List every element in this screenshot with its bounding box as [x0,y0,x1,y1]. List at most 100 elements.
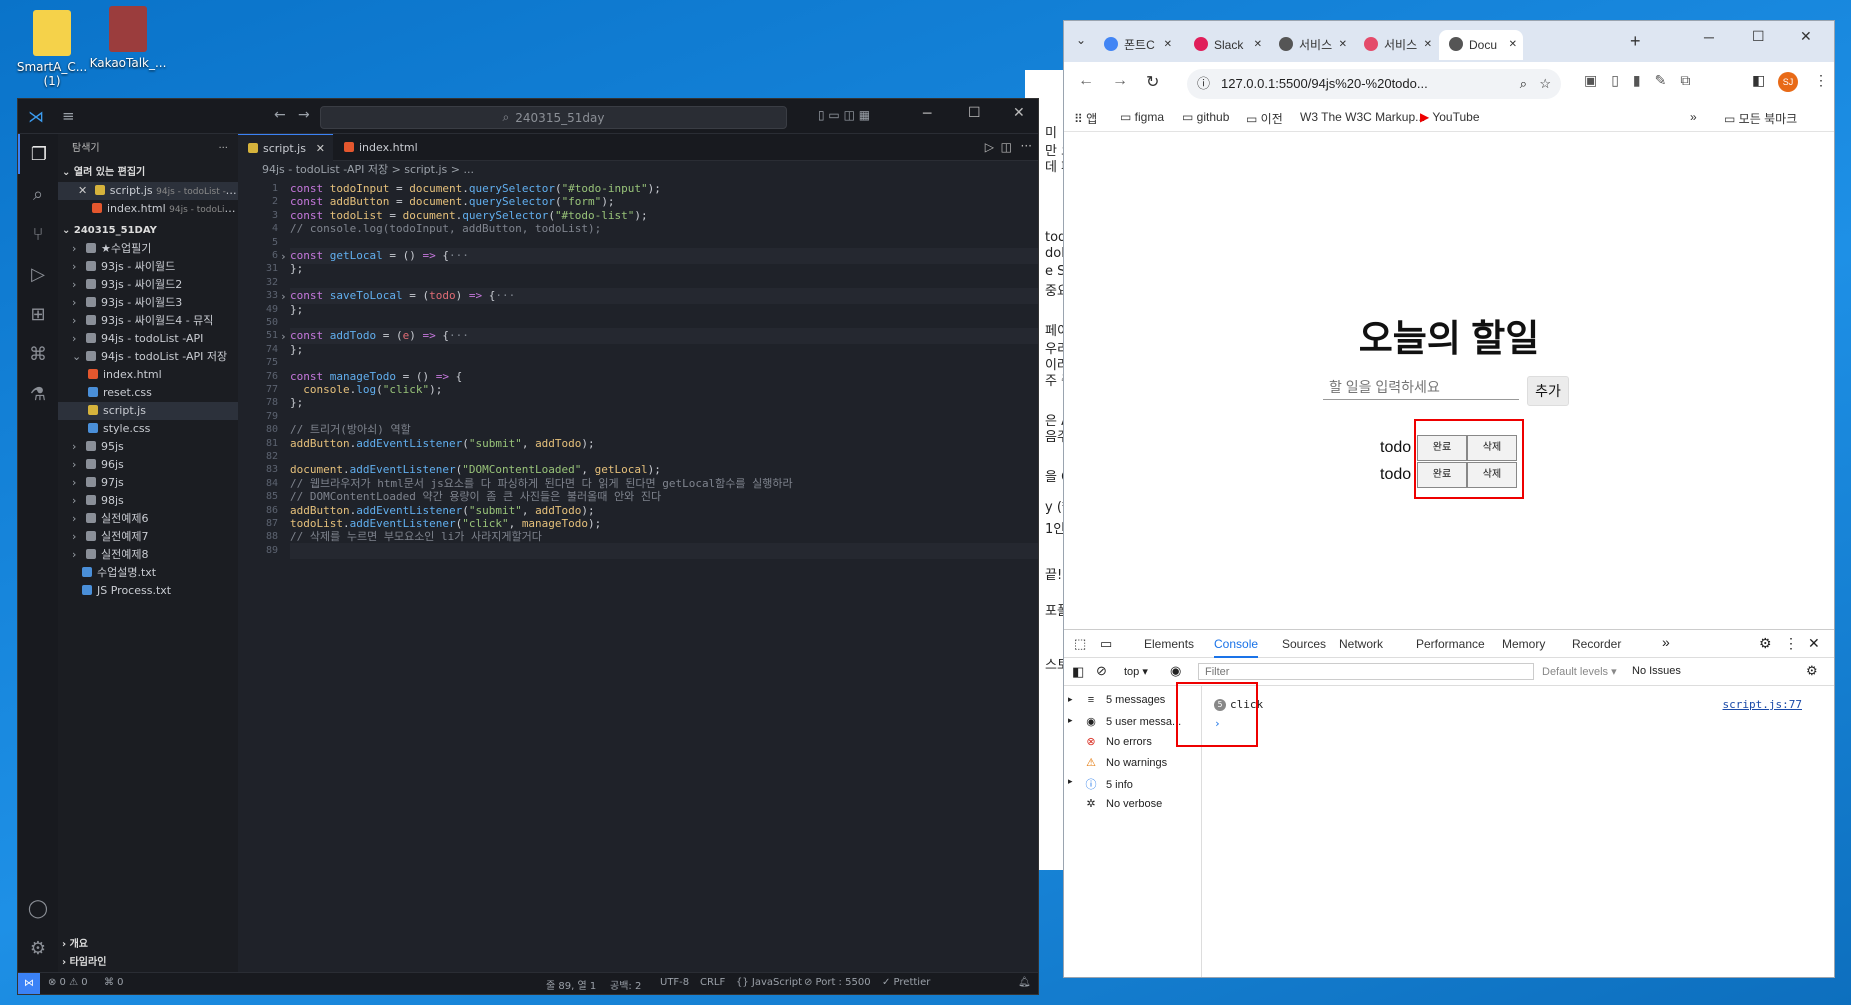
expand-arrow-icon[interactable]: ▸ [1068,776,1073,787]
timeline-section[interactable]: › 타임라인 [58,954,106,972]
reload-icon[interactable]: ↻ [1146,72,1159,92]
browser-tab[interactable]: Slack ✕ [1184,30,1268,60]
console-settings-icon[interactable]: ⚙ [1806,663,1818,679]
close-icon[interactable]: ✕ [78,184,87,197]
folder-item[interactable]: › ★수업필기 [58,240,238,258]
forward-arrow-icon[interactable]: → [298,107,310,123]
tab-index-html[interactable]: index.html [334,134,434,161]
bookmark-item[interactable]: ⠿ 앱 [1074,110,1097,127]
testing-icon[interactable]: ⚗ [18,374,58,414]
desktop-icon-kakaotalk[interactable]: KakaoTalk_... [88,6,168,70]
device-toolbar-icon[interactable]: ▭ [1100,636,1112,652]
browser-tab[interactable]: 서비스 ✕ [1269,30,1353,60]
close-tab-icon[interactable]: ✕ [1254,30,1262,60]
remote-indicator[interactable]: ⋈ [18,973,40,994]
cursor-position[interactable]: 줄 89, 열 1 [546,977,596,992]
desktop-icon-smarta[interactable]: SmartA_C... (1) [12,10,92,88]
ports-status[interactable]: ⌘ 0 [104,977,124,988]
bookmark-item[interactable]: ▭ github [1182,110,1229,124]
remote-icon[interactable]: ⌘ [18,334,58,374]
bookmarks-overflow-icon[interactable]: » [1690,110,1697,124]
console-source-link[interactable]: script.js:77 [1723,698,1802,711]
chrome-menu-icon[interactable]: ⋮ [1814,72,1828,89]
console-filter-item[interactable]: ▸ ≡ 5 messages [1068,694,1165,706]
bookmark-item[interactable]: W3 The W3C Markup... [1300,110,1425,124]
console-filter-item[interactable]: ✲ No verbose [1072,797,1162,810]
more-options-icon[interactable]: ⋮ [1784,635,1798,652]
file-item[interactable]: reset.css [58,384,238,402]
live-server-port[interactable]: ⊘ Port : 5500 [804,977,871,988]
console-filter-item[interactable]: ⚠ No warnings [1072,756,1167,769]
account-icon[interactable]: ◯ [18,888,58,928]
zoom-icon[interactable]: ⌕ [1520,69,1527,99]
breadcrumb[interactable]: 94js - todoList -API 저장 > script.js > ..… [238,161,1038,179]
expand-arrow-icon[interactable]: ▸ [1068,715,1073,726]
folder-item[interactable]: › 98js [58,492,238,510]
prettier-status[interactable]: ✓ Prettier [882,977,930,988]
bookmark-item[interactable]: ▭ figma [1120,110,1164,124]
command-search[interactable]: ⌕ 240315_51day [320,106,787,129]
folder-item[interactable]: › 실전예제7 [58,528,238,546]
file-item[interactable]: index.html [58,366,238,384]
settings-gear-icon[interactable]: ⚙ [1759,635,1772,652]
folder-item[interactable]: › 93js - 싸이월드 [58,258,238,276]
forward-arrow-icon[interactable]: → [1112,72,1128,90]
devtools-tab-memory[interactable]: Memory [1502,637,1545,651]
file-item[interactable]: script.js [58,402,238,420]
more-actions-icon[interactable]: ··· [1021,139,1032,153]
console-filter-item[interactable]: ▸ ◉ 5 user messa... [1068,715,1181,728]
folder-item[interactable]: › 93js - 싸이월드4 - 뮤직 [58,312,238,330]
more-actions-icon[interactable]: ··· [218,134,228,164]
new-tab-button[interactable]: + [1630,31,1641,52]
maximize-button[interactable]: ☐ [1752,28,1765,45]
folder-item[interactable]: › 96js [58,456,238,474]
source-control-icon[interactable]: ⑂ [18,214,58,254]
file-item[interactable]: style.css [58,420,238,438]
folder-item[interactable]: › 93js - 싸이월드3 [58,294,238,312]
folder-item[interactable]: › 94js - todoList -API [58,330,238,348]
issues-counter[interactable]: No Issues [1632,665,1681,677]
search-icon[interactable]: ⌕ [18,174,58,214]
console-filter-item[interactable]: ▸ ⓘ 5 info [1068,776,1133,792]
eol-status[interactable]: CRLF [700,977,725,988]
browser-tab[interactable]: 폰트C ✕ [1094,30,1178,60]
menu-icon[interactable]: ≡ [62,107,75,125]
file-item[interactable]: 수업설명.txt [58,564,238,582]
code-editor[interactable]: 1 const todoInput = document.querySelecto… [238,179,1038,972]
maximize-button[interactable]: ☐ [968,105,981,121]
minimize-button[interactable]: ─ [1704,29,1714,45]
bookmark-item[interactable]: ▭ 이전 [1246,110,1283,127]
folder-item[interactable]: › 실전예제6 [58,510,238,528]
fold-chevron-icon[interactable]: › [280,250,287,263]
explorer-icon[interactable]: ❐ [18,134,58,174]
notifications-icon[interactable]: 🔔︎ [1018,977,1031,988]
devtools-tab-performance[interactable]: Performance [1416,637,1485,651]
side-panel-icon[interactable]: ◧ [1752,72,1765,89]
open-editor-item[interactable]: ✕ script.js 94js - todoList -A... [58,182,238,200]
close-tab-icon[interactable]: ✕ [1424,30,1432,60]
log-levels-dropdown[interactable]: Default levels ▾ [1542,665,1617,678]
devtools-tab-elements[interactable]: Elements [1144,637,1194,651]
devtools-tab-sources[interactable]: Sources [1282,637,1326,651]
extension-icons[interactable]: ▣▯▮✎⧉ [1584,72,1704,89]
browser-tab[interactable]: 서비스 ✕ [1354,30,1438,60]
devtools-tab-recorder[interactable]: Recorder [1572,637,1621,651]
console-filter-input[interactable] [1198,663,1534,680]
folder-item[interactable]: ⌄ 94js - todoList -API 저장 [58,348,238,366]
tab-script-js[interactable]: script.js ✕ [238,134,333,161]
sidebar-toggle-icon[interactable]: ◧ [1072,664,1084,680]
indentation-status[interactable]: 공백: 2 [610,977,641,992]
back-arrow-icon[interactable]: ← [1078,72,1094,90]
fold-chevron-icon[interactable]: › [280,290,287,303]
context-selector[interactable]: top ▾ [1124,665,1148,678]
clear-console-icon[interactable]: ⊘ [1096,663,1107,679]
close-tab-icon[interactable]: ✕ [1339,30,1347,60]
layout-toggle-icon[interactable]: ▯ ▭ ◫ ▦ [818,108,870,122]
back-arrow-icon[interactable]: ← [274,107,286,123]
folder-item[interactable]: › 실전예제8 [58,546,238,564]
language-status[interactable]: {} JavaScript [736,977,802,988]
open-editor-item[interactable]: index.html 94js - todoList ... [58,200,238,218]
close-tab-icon[interactable]: ✕ [1509,30,1517,60]
todo-input[interactable] [1323,374,1519,400]
tab-search-icon[interactable]: ⌄ [1076,33,1086,47]
